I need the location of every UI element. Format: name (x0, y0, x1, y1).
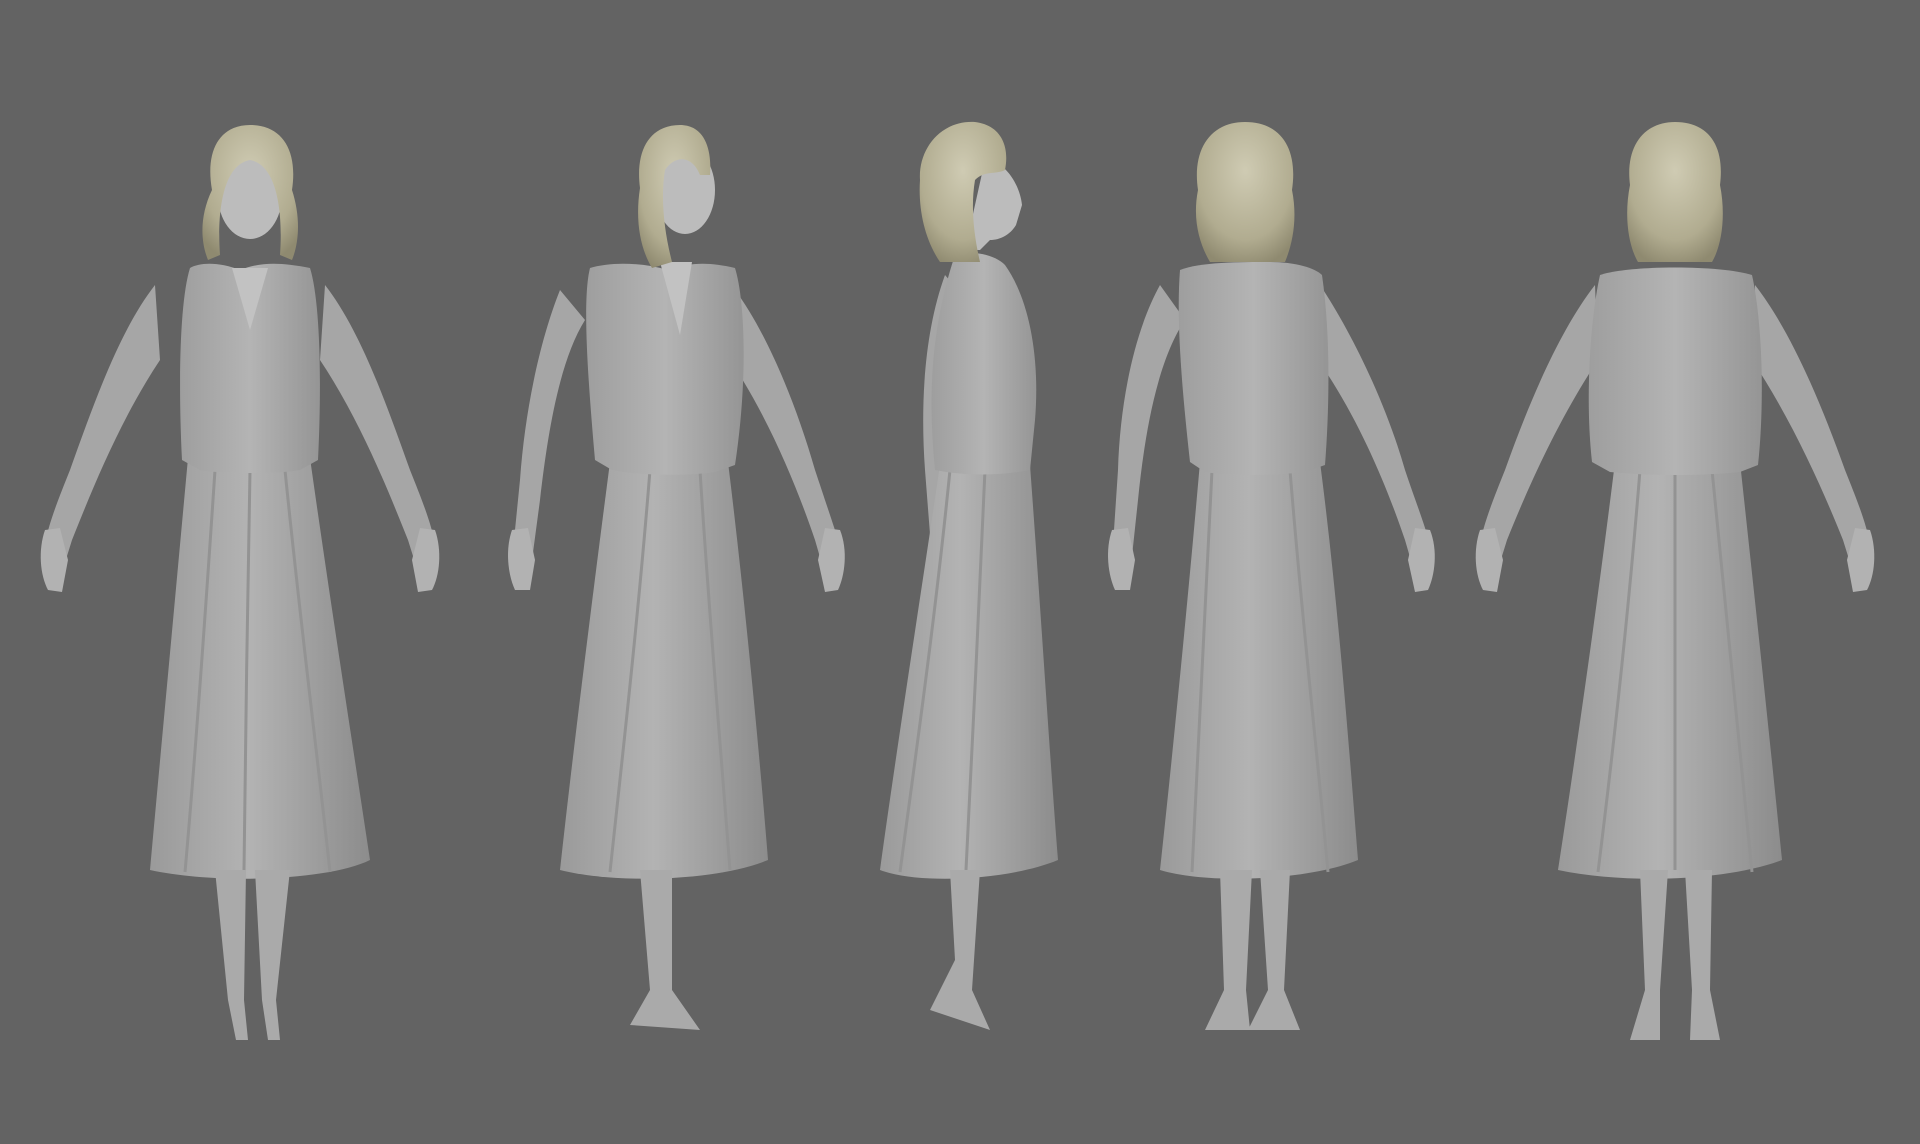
legs (1630, 870, 1720, 1040)
skirt (560, 462, 768, 879)
figure-front-view (40, 125, 440, 1040)
skirt (1160, 462, 1358, 879)
jacket-back (1178, 262, 1329, 475)
skirt (150, 458, 370, 879)
torso (931, 253, 1037, 475)
legs (930, 870, 990, 1030)
figure-back-view (1475, 122, 1875, 1040)
vest (586, 263, 744, 475)
legs (215, 870, 290, 1040)
character-turnaround-render (40, 121, 1875, 1040)
figure-side-view (880, 121, 1058, 1030)
legs (1205, 870, 1300, 1030)
turnaround-viewport (0, 0, 1920, 1144)
legs (630, 870, 700, 1030)
hair (1195, 122, 1295, 262)
hair (1627, 122, 1723, 262)
figure-three-quarter-back-view (1108, 122, 1435, 1030)
jacket-back (1588, 267, 1762, 475)
figure-three-quarter-view (508, 125, 845, 1030)
skirt (1558, 462, 1782, 879)
